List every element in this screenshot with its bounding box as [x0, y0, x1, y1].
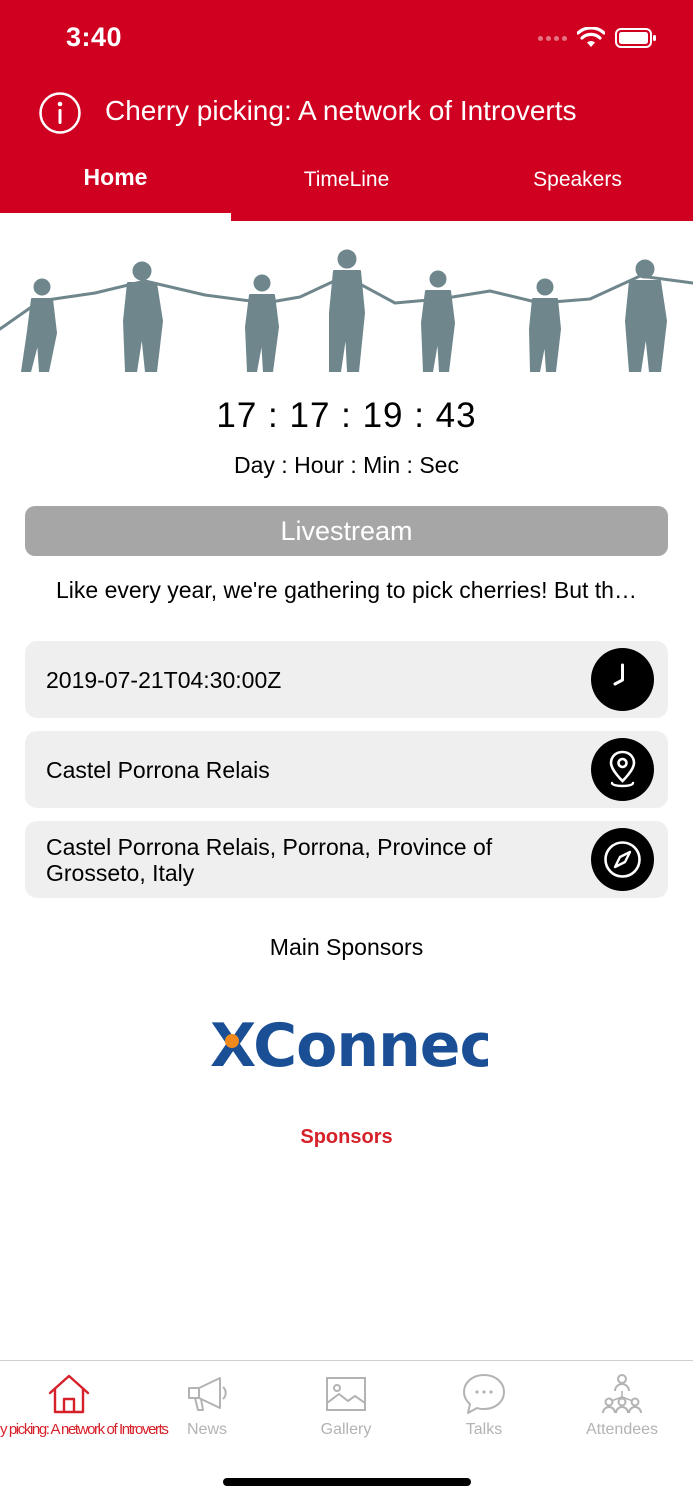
venue-row[interactable]: Castel Porrona Relais: [25, 731, 668, 808]
nav-item-talks[interactable]: Talks: [415, 1361, 553, 1451]
tab-speakers[interactable]: Speakers: [462, 148, 693, 221]
nav-item-gallery[interactable]: Gallery: [277, 1361, 415, 1451]
status-icons: [538, 27, 657, 49]
home-icon: [48, 1374, 90, 1414]
address-row[interactable]: Castel Porrona Relais, Porrona, Province…: [25, 821, 668, 898]
image-icon: [326, 1377, 366, 1411]
svg-text:XConnect: XConnect: [210, 1011, 488, 1074]
xconnect-sponsor-logo[interactable]: XConnect: [208, 1008, 488, 1074]
tab-home[interactable]: Home: [0, 148, 231, 221]
nav-item-home[interactable]: y picking: A network of Introverts: [0, 1361, 169, 1451]
info-icon[interactable]: [38, 91, 82, 135]
wifi-icon: [577, 27, 605, 47]
chat-bubble-icon: [463, 1374, 505, 1414]
nav-label-gallery: Gallery: [320, 1421, 372, 1438]
nav-label-news: News: [186, 1421, 227, 1438]
event-banner-image: [0, 221, 693, 372]
nav-label-home: y picking: A network of Introverts: [0, 1421, 169, 1438]
location-pin-icon[interactable]: [591, 738, 654, 801]
compass-icon[interactable]: [591, 828, 654, 891]
main-sponsors-heading: Main Sponsors: [269, 934, 424, 960]
signal-icon: [538, 35, 567, 41]
megaphone-icon: [188, 1377, 227, 1411]
event-datetime: 2019-07-21T04:30:00Z: [46, 666, 282, 693]
status-bar: 3:40: [0, 0, 693, 80]
nav-label-talks: Talks: [465, 1421, 503, 1438]
nav-item-attendees[interactable]: Attendees: [553, 1361, 691, 1451]
home-indicator[interactable]: [223, 1478, 471, 1486]
countdown-labels: Day : Hour : Min : Sec: [234, 452, 459, 478]
nav-item-news[interactable]: News: [138, 1361, 276, 1451]
livestream-button[interactable]: Livestream: [25, 506, 668, 556]
tab-bar: Home TimeLine Speakers: [0, 148, 693, 221]
sponsors-link[interactable]: Sponsors: [0, 1126, 693, 1149]
battery-icon: [615, 28, 656, 48]
event-venue: Castel Porrona Relais: [46, 756, 270, 783]
datetime-row[interactable]: 2019-07-21T04:30:00Z: [25, 641, 668, 718]
tab-timeline[interactable]: TimeLine: [231, 148, 462, 221]
status-time: 3:40: [66, 22, 123, 52]
clock-icon[interactable]: [591, 648, 654, 711]
event-description[interactable]: Like every year, we're gathering to pick…: [0, 577, 693, 604]
event-address: Castel Porrona Relais, Porrona, Province…: [46, 833, 493, 886]
people-icon: [602, 1374, 642, 1414]
page-title: Cherry picking: A network of Introverts: [105, 95, 577, 126]
nav-label-attendees: Attendees: [585, 1421, 659, 1438]
app-header: Cherry picking: A network of Introverts: [0, 80, 693, 148]
countdown-timer: 17 : 17 : 19 : 43: [216, 396, 477, 435]
active-tab-indicator: [0, 213, 231, 221]
